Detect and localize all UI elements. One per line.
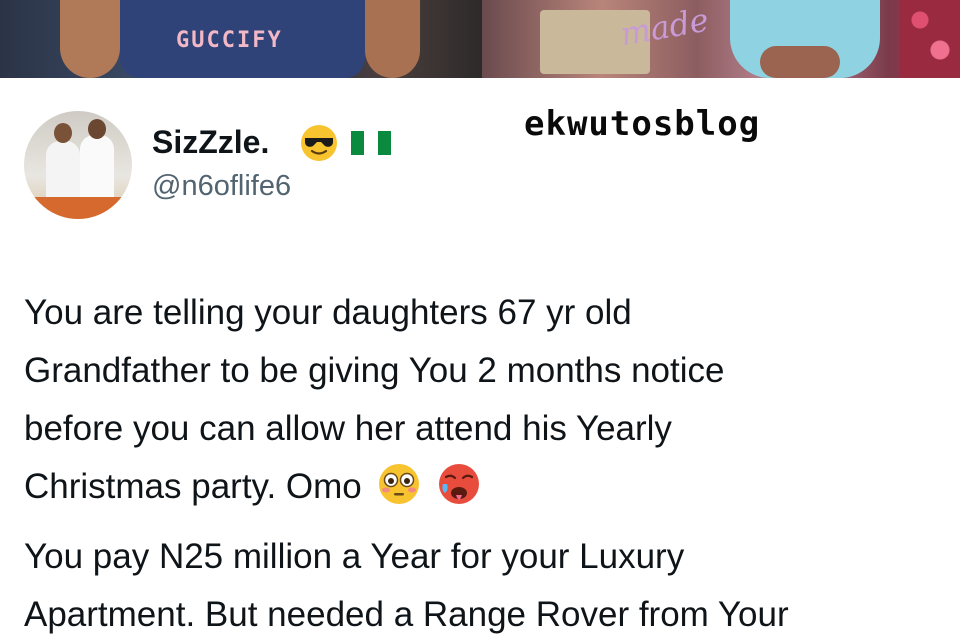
flag-stripe: [351, 131, 365, 155]
tweet-line: Grandfather to be giving You 2 months no…: [24, 351, 725, 390]
arm-shape: [60, 0, 120, 78]
hand-shape: [760, 46, 840, 78]
shirt-print-text: GUCCIFY: [176, 28, 283, 53]
bokeh-lights: [900, 0, 960, 78]
avatar-floor: [24, 197, 132, 219]
sunglasses-emoji-icon: [301, 125, 337, 161]
tweet-line: You are telling your daughters 67 yr old: [24, 293, 632, 332]
flushed-face-emoji-icon: [379, 464, 420, 504]
photo-left: GUCCIFY: [0, 0, 482, 78]
avatar-person: [46, 141, 80, 201]
tweet-line: Christmas party. Omo: [24, 467, 362, 506]
flag-stripe: [377, 131, 391, 155]
nigeria-flag-icon: [351, 131, 391, 155]
tweet-line: Apartment. But needed a Range Rover from…: [24, 595, 789, 634]
tweet-line: You pay N25 million a Year for your Luxu…: [24, 537, 685, 576]
tweet-line-with-emojis: Christmas party. Omo: [24, 458, 954, 516]
avatar-person: [80, 135, 114, 205]
avatar[interactable]: [24, 111, 132, 219]
user-handle[interactable]: @n6oflife6: [152, 170, 291, 203]
arm-shape: [365, 0, 420, 78]
tweet-line: before you can allow her attend his Year…: [24, 409, 672, 448]
watermark-text: ekwutosblog: [524, 104, 761, 144]
tweet-text: You are telling your daughters 67 yr old…: [24, 284, 954, 644]
hot-face-emoji-icon: [439, 464, 480, 504]
display-name[interactable]: SizZzle.: [152, 124, 269, 161]
avatar-head: [54, 123, 72, 143]
flag-stripe: [364, 131, 378, 155]
avatar-head: [88, 119, 106, 139]
header-photo-collage: GUCCIFY made: [0, 0, 960, 78]
